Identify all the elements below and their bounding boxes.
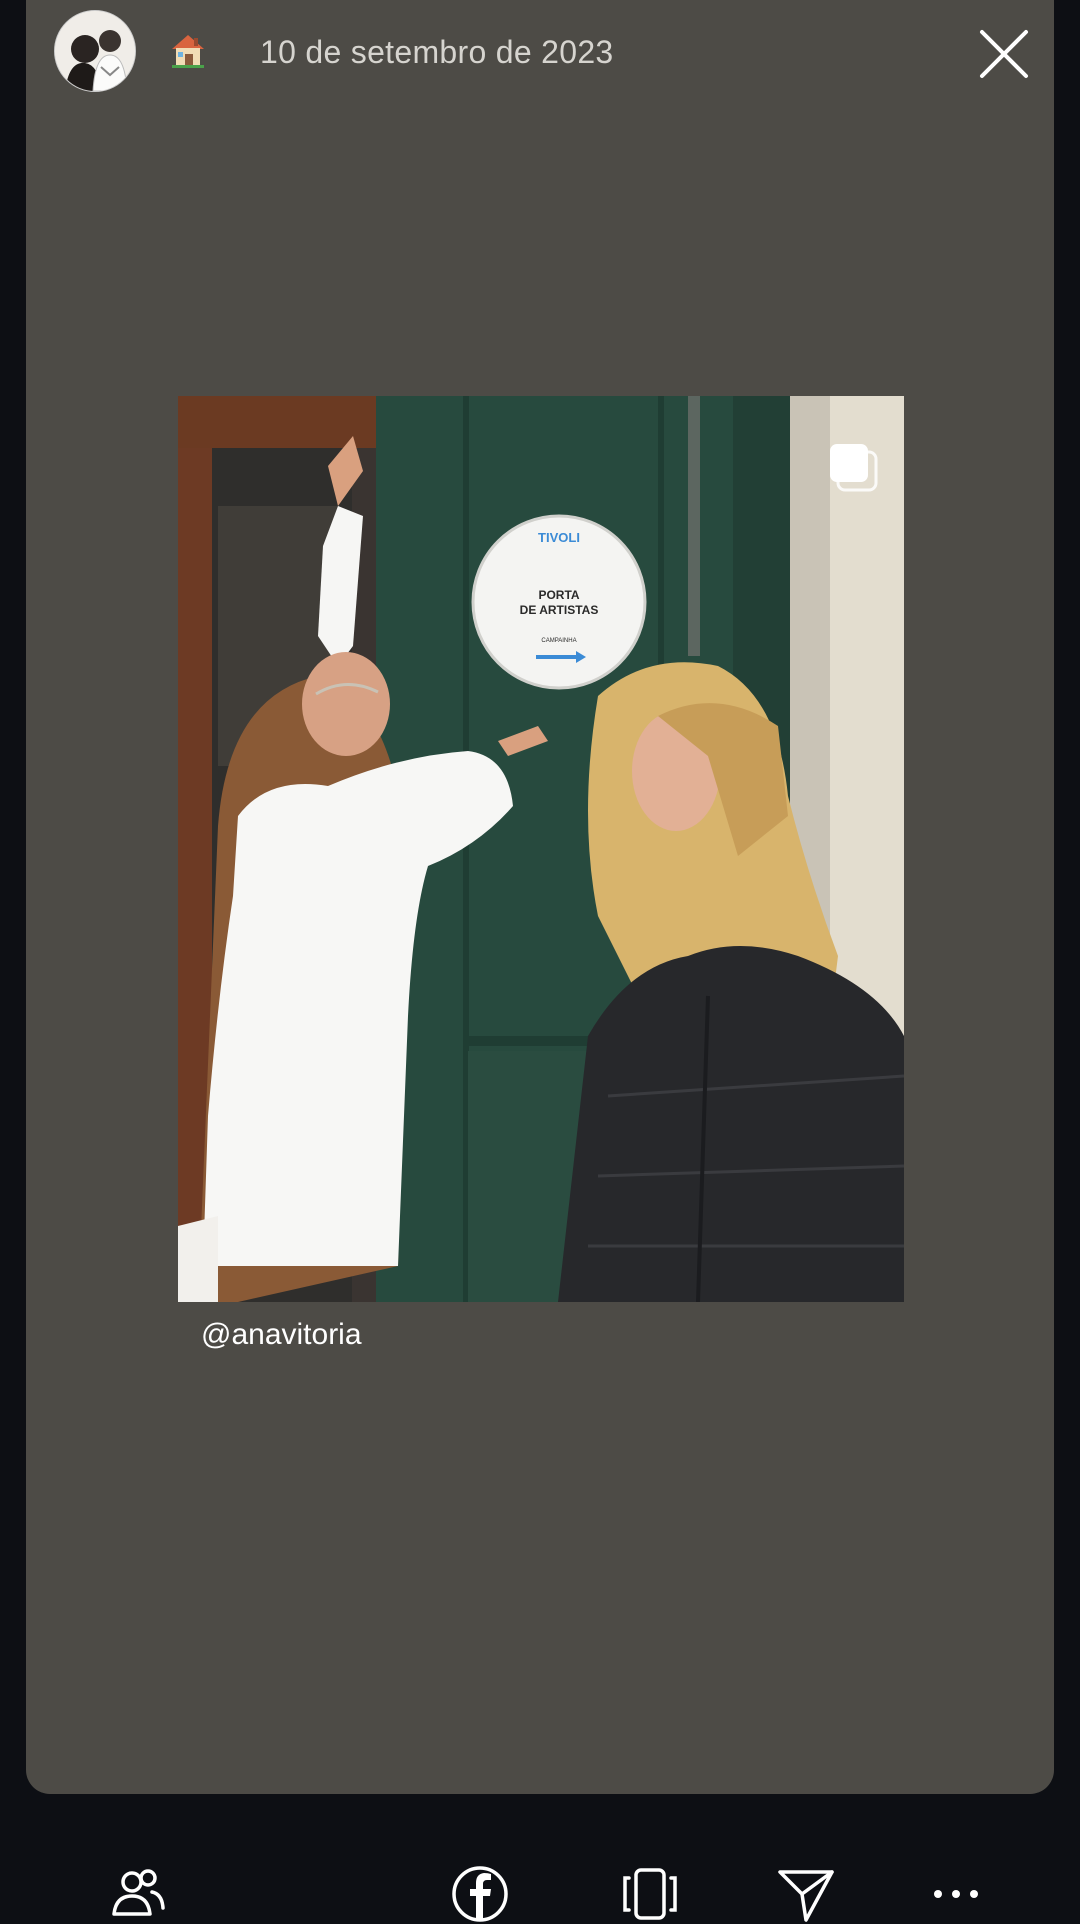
close-icon[interactable] — [978, 28, 1030, 80]
profile-avatar[interactable] — [54, 10, 136, 92]
avatar-image — [55, 11, 135, 91]
facebook-icon[interactable] — [450, 1864, 510, 1924]
people-icon[interactable] — [108, 1864, 168, 1924]
photo-scene: TIVOLI PORTA DE ARTISTAS CAMPAINHA — [178, 396, 904, 1302]
house-icon — [168, 30, 208, 70]
story-header: 10 de setembro de 2023 — [26, 0, 1054, 110]
sign-brand: TIVOLI — [538, 530, 580, 545]
frame-icon[interactable] — [620, 1864, 680, 1924]
more-icon[interactable] — [926, 1864, 986, 1924]
story-date: 10 de setembro de 2023 — [260, 34, 614, 70]
bottom-action-bar — [0, 1820, 1080, 1922]
sign-line3: CAMPAINHA — [541, 638, 576, 644]
mention-sticker[interactable]: @anavitoria — [201, 1318, 362, 1352]
sign-line1: PORTA — [538, 588, 579, 602]
story-card: 10 de setembro de 2023 TIVOLI PORTA DE A… — [26, 0, 1054, 1794]
send-icon[interactable] — [776, 1864, 836, 1924]
multiple-photos-icon — [826, 440, 882, 496]
post-photo[interactable]: TIVOLI PORTA DE ARTISTAS CAMPAINHA — [178, 396, 904, 1302]
sign-line2: DE ARTISTAS — [520, 603, 599, 617]
